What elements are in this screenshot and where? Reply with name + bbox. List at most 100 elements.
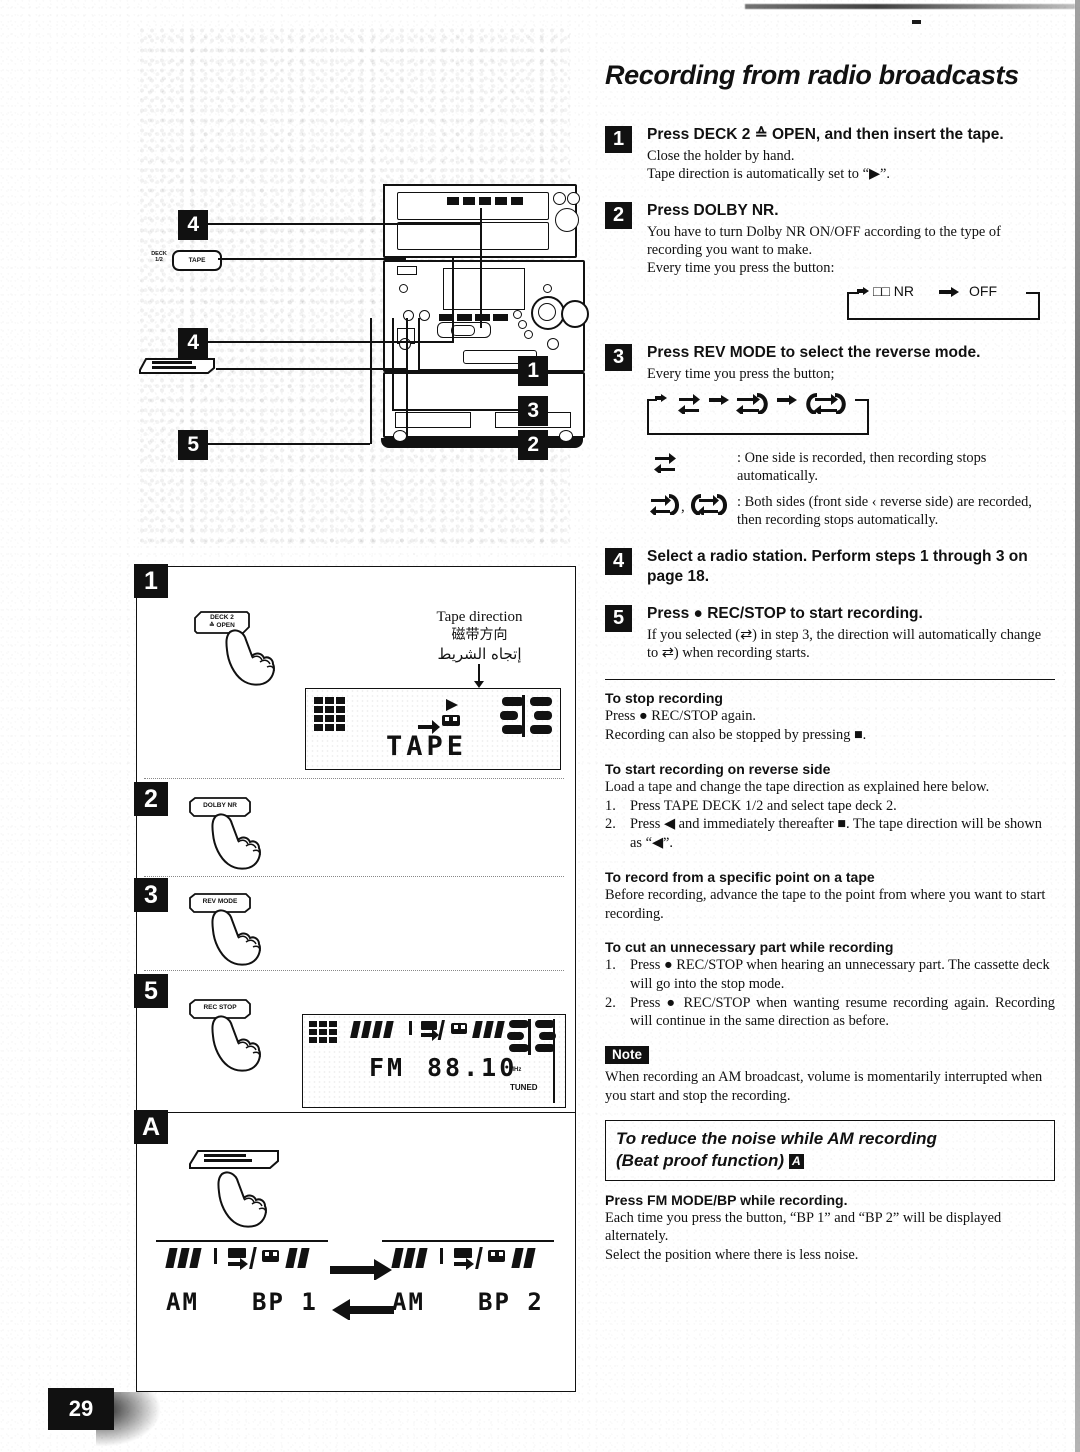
beat-proof-title-line2: (Beat proof function) — [616, 1150, 785, 1170]
callout-2: 2 — [518, 430, 548, 460]
deck-1-2-label: DECK 1/2 — [151, 251, 167, 263]
lcd-bp1-band: AM — [166, 1288, 199, 1316]
step-5-number: 5 — [605, 604, 632, 632]
step-2: 2 Press DOLBY NR. You have to turn Dolby… — [605, 201, 1055, 326]
step-5: 5 Press ● REC/STOP to start recording. I… — [605, 604, 1055, 663]
callout-5: 5 — [178, 430, 208, 460]
dolby-cycle-right: OFF — [969, 282, 997, 299]
section-specific-p1: Before recording, advance the tape to th… — [605, 886, 1046, 922]
list-item: 2. Press ◀ and immediately thereafter ■. … — [605, 815, 1055, 852]
rev-mode-label: REV MODE — [202, 898, 238, 905]
fm-mode-bp-button-shape — [138, 354, 216, 376]
panel-badge-3: 3 — [134, 878, 168, 912]
tape-button-label: TAPE — [172, 250, 222, 271]
list-item-number: 2. — [605, 816, 616, 833]
list-item-text: Press ● REC/STOP when wanting resume rec… — [630, 994, 1055, 1030]
callout-4-top: 4 — [178, 210, 208, 240]
deck2-label-line1: DECK 2 — [210, 614, 234, 621]
beat-proof-p2: Select the position where there is less … — [605, 1247, 859, 1264]
tape-direction-ar: إتجاه الشريط — [437, 645, 522, 664]
step-1-heading: Press DECK 2 ≙ OPEN, and then insert the… — [647, 126, 1004, 143]
beat-proof-marker-a: A — [788, 1153, 804, 1169]
section-stop-recording: To stop recording Press ● REC/STOP again… — [605, 690, 1055, 744]
step-2-number: 2 — [605, 201, 632, 229]
step-1-number: 1 — [605, 126, 632, 153]
beat-proof-heading: Press FM MODE/BP while recording. — [605, 1191, 848, 1208]
lcd-display-step1: TAPE — [305, 688, 561, 770]
legend-one-side-text: One side is recorded, then recording sto… — [737, 450, 987, 485]
legend-both-sides-text: Both sides (front side ‹ reverse side) a… — [737, 494, 1032, 529]
beat-proof-title-line2-row: (Beat proof function) A — [616, 1150, 1044, 1172]
callout-1: 1 — [518, 356, 548, 386]
step-4-heading: Select a radio station. Perform steps 1 … — [647, 548, 1028, 585]
icon-continuous-mode — [806, 393, 846, 415]
list-item: 1. Press ● REC/STOP when hearing an unnec… — [605, 956, 1055, 993]
step-5-line-1: If you selected (⇄) in step 3, the direc… — [647, 626, 1042, 662]
lcd-bp1-value: BP 1 — [252, 1288, 318, 1316]
lcd-display-bp1: AM BP 1 — [156, 1240, 328, 1320]
beat-proof-title-box: To reduce the noise while AM recording (… — [605, 1119, 1055, 1181]
step-3-heading: Press REV MODE to select the reverse mod… — [647, 343, 981, 361]
step-1-line-1: Close the holder by hand. — [647, 147, 795, 164]
lcd-tuned-indicator: TUNED — [510, 1083, 538, 1092]
section-stop-p2: Recording can also be stopped by pressin… — [605, 727, 867, 744]
section-reverse-p1: Load a tape and change the tape directio… — [605, 778, 990, 795]
icon-both-sides-mode — [736, 393, 768, 415]
section-cut-part: To cut an unnecessary part while recordi… — [605, 939, 1055, 1031]
section-heading-reverse: To start recording on reverse side — [605, 760, 831, 777]
list-item-number: 2. — [605, 994, 616, 1011]
pointing-hand-panel-a — [214, 1168, 276, 1235]
section-reverse-list: 1. Press TAPE DECK 1/2 and select tape de… — [605, 797, 1055, 853]
dolby-nr-label: DOLBY NR — [203, 802, 237, 809]
dolby-cycle-left: □□ NR — [873, 282, 915, 299]
section-cut-list: 1. Press ● REC/STOP when hearing an unnec… — [605, 956, 1055, 1031]
rec-stop-label: REC STOP — [203, 1004, 237, 1011]
step-3: 3 Press REV MODE to select the reverse m… — [605, 343, 1055, 529]
note-label: Note — [605, 1046, 649, 1065]
arrow-right-bp — [330, 1259, 392, 1280]
step-5-heading: Press ● REC/STOP to start recording. — [647, 604, 923, 622]
section-stop-p1: Press ● REC/STOP again. — [605, 708, 757, 725]
lcd-display-step5: FM 88.10 MHz TUNED — [302, 1014, 566, 1108]
list-item-text: Press ◀ and immediately thereafter ■. Th… — [630, 816, 1042, 852]
scan-tick-mark — [912, 20, 921, 24]
pointing-hand-step3 — [208, 906, 270, 973]
step-2-heading: Press DOLBY NR. — [647, 201, 779, 219]
list-item: 2. Press ● REC/STOP when wanting resume r… — [605, 994, 1055, 1031]
list-item: 1. Press TAPE DECK 1/2 and select tape de… — [605, 797, 1055, 816]
step-1: 1 Press DECK 2 ≙ OPEN, and then insert t… — [605, 125, 1055, 184]
dolby-nr-cycle-diagram: □□ NR OFF — [647, 282, 1055, 326]
step-1-line-2: Tape direction is automatically set to “… — [647, 166, 891, 183]
scan-edge-right — [1075, 0, 1080, 1452]
step-2-line-1: You have to turn Dolby NR ON/OFF accordi… — [647, 223, 1001, 258]
list-item-text: Press TAPE DECK 1/2 and select tape deck… — [630, 797, 897, 814]
callout-3: 3 — [518, 396, 548, 426]
lcd-unit-mhz: MHz — [509, 1067, 522, 1073]
step-4: 4 Select a radio station. Perform steps … — [605, 547, 1055, 587]
page-number: 29 — [48, 1388, 114, 1430]
lcd-display-bp2: AM BP 2 — [382, 1240, 554, 1320]
beat-proof-p1: Each time you press the button, “BP 1” a… — [605, 1209, 1002, 1245]
tape-direction-en: Tape direction — [436, 609, 523, 625]
panel-badge-1: 1 — [134, 564, 168, 598]
lcd-frequency: 88.10 — [427, 1053, 518, 1082]
manual-page: 4 4 DECK 1/2 TAPE 1 3 5 2 1 DECK 2 ≙ OPE… — [0, 0, 1080, 1452]
section-heading-cut: To cut an unnecessary part while recordi… — [605, 939, 894, 956]
section-divider — [605, 679, 1055, 681]
right-text-column: Recording from radio broadcasts 1 Press … — [605, 60, 1055, 1265]
page-title: Recording from radio broadcasts — [605, 60, 1019, 90]
section-reverse-side: To start recording on reverse side Load … — [605, 761, 1055, 853]
svg-text:,: , — [681, 499, 685, 515]
step-4-number: 4 — [605, 548, 632, 576]
step-3-line-1: Every time you press the button; — [647, 365, 835, 382]
pointing-hand-step1 — [222, 626, 284, 693]
tape-direction-label: Tape direction 磁带方向 إتجاه الشريط — [392, 608, 567, 664]
list-item-text: Press ● REC/STOP when hearing an unneces… — [630, 957, 1050, 992]
rev-mode-legend-2: , : Both sides (front side ‹ reverse sid… — [647, 493, 1055, 529]
list-item-number: 1. — [605, 957, 616, 974]
arrow-left-bp — [332, 1299, 394, 1320]
icon-one-side-legend — [654, 453, 676, 474]
icon-both-and-continuous-legend: , — [650, 494, 727, 516]
lcd-band-fm: FM — [369, 1053, 406, 1082]
note-block: Note When recording an AM broadcast, vol… — [605, 1046, 1055, 1105]
